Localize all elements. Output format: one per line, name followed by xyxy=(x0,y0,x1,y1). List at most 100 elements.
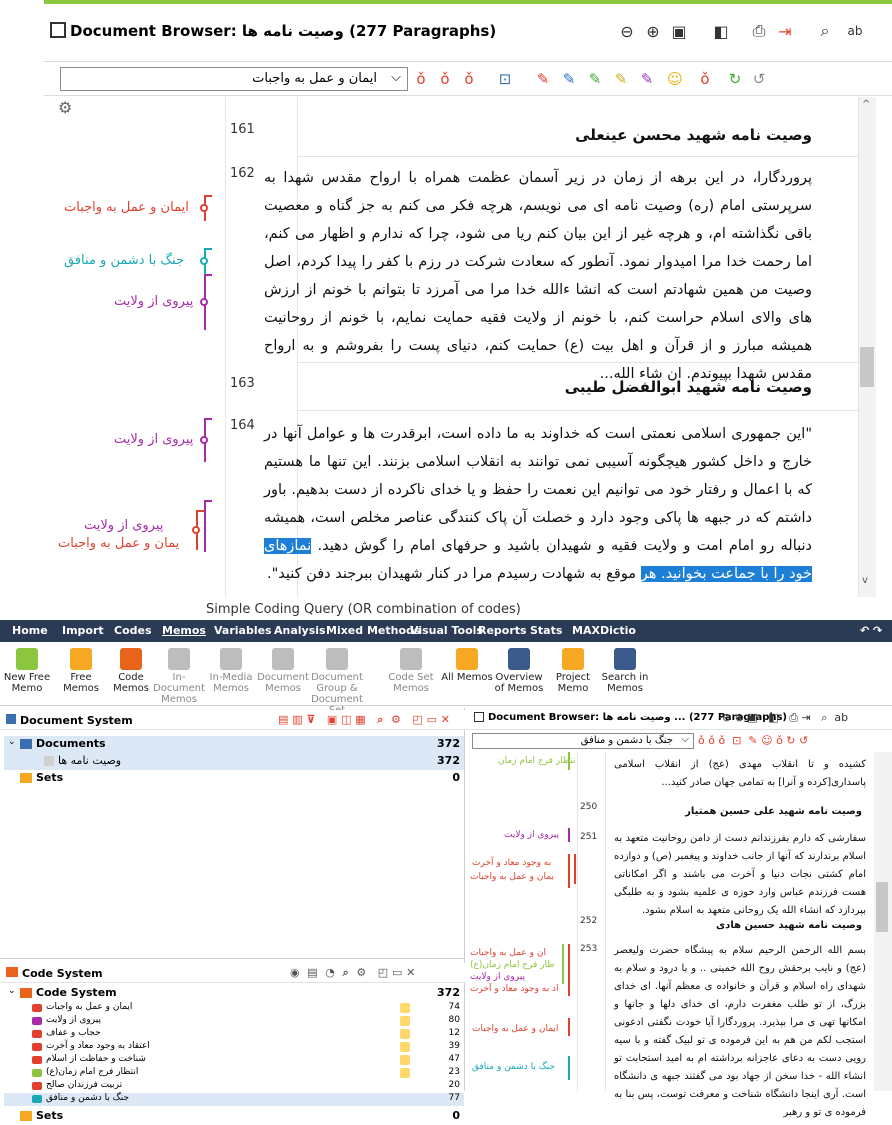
chevron-down-icon[interactable]: ⌄ xyxy=(8,737,16,747)
menu-memos[interactable]: Memos xyxy=(162,624,206,637)
ribbon-button[interactable]: In-Document Memos xyxy=(152,648,206,705)
coding-stripe[interactable] xyxy=(562,944,564,984)
code-row[interactable]: جنگ با دشمن و منافق 77 xyxy=(4,1093,464,1106)
coding-stripe[interactable] xyxy=(568,1018,570,1036)
menu-maxdictio[interactable]: MAXDictio xyxy=(572,624,636,637)
split-view-icon[interactable]: ◧ xyxy=(710,20,732,42)
doc-toolbar-icons[interactable]: ▤ ▥ ⊽ ▣ ◫ ▦ ⌕ ⚙ ◰ ▭ ✕ xyxy=(278,713,450,727)
zoom-out-icon[interactable]: ⊖ xyxy=(616,20,638,42)
code-label[interactable]: به وجود معاد و آخرت xyxy=(472,858,551,868)
vertical-scrollbar[interactable]: ^ v xyxy=(858,97,876,597)
tree-row-code-system[interactable]: ⌄ Code System 372 xyxy=(4,985,464,1002)
code-toolbar-icons[interactable]: ◉ ▤ ◔ ⌕ ⚙ ◰ ▭ ✕ xyxy=(290,966,415,980)
ribbon-button[interactable]: Search in Memos xyxy=(598,648,652,694)
ribbon-button[interactable]: Document Memos xyxy=(256,648,310,694)
code-symbol-icon[interactable]: ǒ xyxy=(694,68,716,90)
menu-import[interactable]: Import xyxy=(62,624,104,637)
coding-stripe[interactable] xyxy=(568,828,570,842)
small-coding-toolbar[interactable]: ǒ ǒ ǒ ⊡ ✎ ☺ ǒ ↻ ↺ xyxy=(698,734,808,747)
highlight-yellow-icon[interactable]: ✎ xyxy=(610,68,632,90)
zoom-100-icon[interactable]: ▣ xyxy=(668,20,690,42)
code-label[interactable]: اد به وجود معاد و آخرت xyxy=(470,984,558,994)
small-code-combobox[interactable]: جنگ با دشمن و منافق ⌵ xyxy=(472,733,694,749)
scroll-thumb[interactable] xyxy=(876,882,888,932)
edit-icon[interactable] xyxy=(474,712,484,722)
menu-reports[interactable]: Reports xyxy=(478,624,527,637)
coding-stripe[interactable] xyxy=(204,500,212,552)
chevron-down-icon[interactable]: ⌵ xyxy=(391,70,401,85)
code-combobox[interactable]: ایمان و عمل به واجبات ⌵ xyxy=(60,67,408,91)
code-label[interactable]: پیروی از ولایت xyxy=(504,830,559,840)
code-row[interactable]: انتظار فرج امام زمان(ع) 23 xyxy=(4,1067,464,1080)
memo-icon[interactable] xyxy=(400,1029,410,1039)
chevron-down-icon[interactable]: ⌄ xyxy=(8,986,16,996)
highlight-green-icon[interactable]: ✎ xyxy=(584,68,606,90)
tree-row-documents[interactable]: ⌄ Documents 372 xyxy=(4,736,464,753)
ribbon-button[interactable]: Code Set Memos xyxy=(384,648,438,694)
tree-row-sets[interactable]: Sets 0 xyxy=(4,770,464,787)
code-icon[interactable]: ǒ xyxy=(410,68,432,90)
print-icon[interactable]: ⎙ xyxy=(748,20,770,42)
in-vivo-icon[interactable]: ⊡ xyxy=(494,68,516,90)
export-icon[interactable]: ⇥ xyxy=(774,20,796,42)
menu-visual-tools[interactable]: Visual Tools xyxy=(410,624,483,637)
search-icon[interactable]: ⌕ xyxy=(814,20,836,42)
coding-stripe[interactable] xyxy=(568,944,570,996)
scroll-up-icon[interactable]: ^ xyxy=(862,99,870,110)
menu-stats[interactable]: Stats xyxy=(530,624,562,637)
code-row[interactable]: ایمان و عمل به واجبات 74 xyxy=(4,1002,464,1015)
code-new-icon[interactable]: ǒ xyxy=(434,68,456,90)
highlight-purple-icon[interactable]: ✎ xyxy=(636,68,658,90)
ribbon-button[interactable]: Free Memos xyxy=(54,648,108,694)
ribbon-button[interactable]: Project Memo xyxy=(546,648,600,694)
memo-icon[interactable] xyxy=(400,1003,410,1013)
edit-icon[interactable] xyxy=(50,22,66,38)
highlight-blue-icon[interactable]: ✎ xyxy=(558,68,580,90)
code-label[interactable]: نتظار فرج امام زمان xyxy=(498,756,576,766)
ribbon-button[interactable]: Code Memos xyxy=(104,648,158,694)
ribbon-button[interactable]: Overview of Memos xyxy=(492,648,546,694)
menu-codes[interactable]: Codes xyxy=(114,624,152,637)
code-row[interactable]: اعتقاد به وجود معاد و آخرت 39 xyxy=(4,1041,464,1054)
tree-row-document-group[interactable]: وصیت نامه ها 372 xyxy=(4,753,464,770)
emoticode-icon[interactable]: ☺ xyxy=(664,68,686,90)
undo-icon[interactable]: ↶ ↷ xyxy=(860,624,882,637)
zoom-in-icon[interactable]: ⊕ xyxy=(642,20,664,42)
code-row[interactable]: تربیت فرزندان صالح 20 xyxy=(4,1080,464,1093)
code-label[interactable]: ایمان و عمل به واجبات xyxy=(472,1024,558,1034)
uncode-icon[interactable]: ↺ xyxy=(748,68,770,90)
code-label[interactable]: پیروی از ولایت xyxy=(84,518,163,533)
code-label[interactable]: پیروی از ولایت xyxy=(114,294,193,309)
coding-stripe[interactable] xyxy=(568,1056,570,1080)
code-row[interactable]: شناخت و حفاظت از اسلام 47 xyxy=(4,1054,464,1067)
code-row[interactable]: حجاب و عفاف 12 xyxy=(4,1028,464,1041)
ribbon-button[interactable]: All Memos xyxy=(440,648,494,683)
text-settings-icon[interactable]: ab xyxy=(844,20,866,42)
memo-icon[interactable] xyxy=(400,1068,410,1078)
code-label[interactable]: ایمان و عمل به واجبات xyxy=(64,200,189,215)
coding-stripe[interactable] xyxy=(574,854,576,884)
code-label[interactable]: پیروی از ولایت xyxy=(470,972,525,982)
menu-mixed-methods[interactable]: Mixed Methods xyxy=(326,624,420,637)
code-row[interactable]: پیروی از ولایت 80 xyxy=(4,1015,464,1028)
chevron-down-icon[interactable]: ⌵ xyxy=(681,734,689,745)
menu-variables[interactable]: Variables xyxy=(214,624,272,637)
code-label[interactable]: یمان و عمل به واجبات xyxy=(58,536,179,551)
tree-row-sets[interactable]: Sets 0 xyxy=(4,1108,464,1125)
menu-home[interactable]: Home xyxy=(12,624,48,637)
scroll-thumb[interactable] xyxy=(860,347,874,387)
code-label[interactable]: ظار فرج امام زمان(ع) xyxy=(470,960,554,970)
code-label[interactable]: پیروی از ولایت xyxy=(114,432,193,447)
code-label[interactable]: ان و عمل به واجبات xyxy=(470,948,546,958)
scroll-down-icon[interactable]: v xyxy=(862,575,868,586)
code-recent-icon[interactable]: ǒ xyxy=(458,68,480,90)
coding-stripe[interactable] xyxy=(568,854,570,888)
highlight-red-icon[interactable]: ✎ xyxy=(532,68,554,90)
small-toolbar-icons[interactable]: ⊖ ⊕ ▣ ◧ ⎙ ⇥ ⌕ ab xyxy=(722,711,848,725)
memo-icon[interactable] xyxy=(400,1055,410,1065)
ribbon-button[interactable]: New Free Memo xyxy=(0,648,54,694)
recode-icon[interactable]: ↻ xyxy=(724,68,746,90)
ribbon-button[interactable]: In-Media Memos xyxy=(204,648,258,694)
gear-icon[interactable]: ⚙ xyxy=(58,98,72,117)
code-label[interactable]: جنگ با دشمن و منافق xyxy=(472,1062,555,1072)
